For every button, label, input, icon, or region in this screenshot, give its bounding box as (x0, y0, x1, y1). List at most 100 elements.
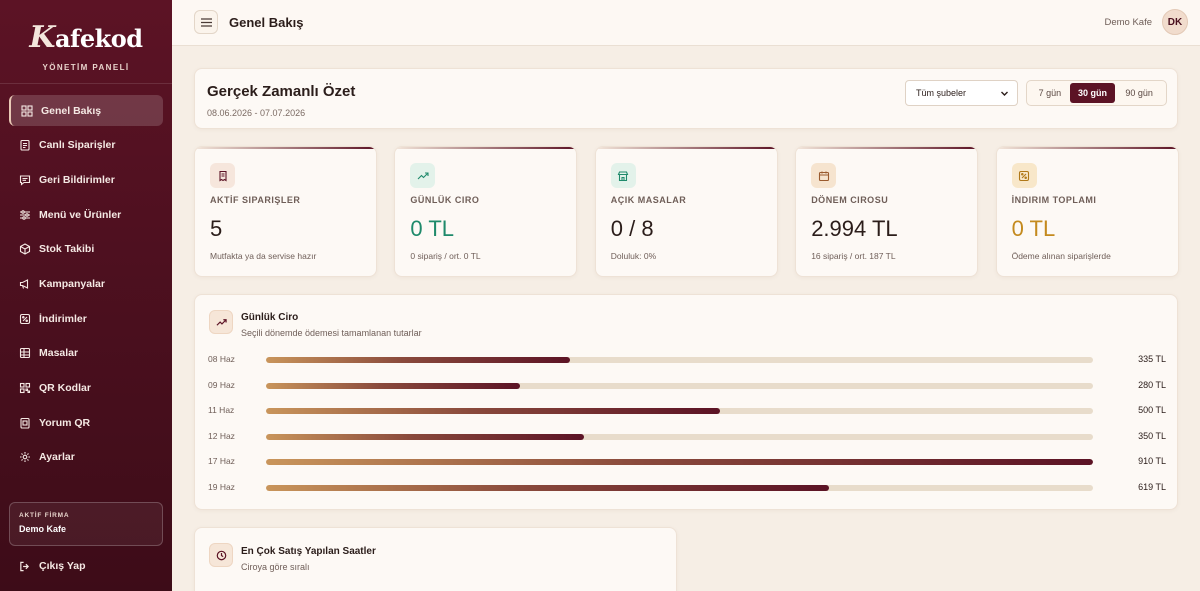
range-button-2[interactable]: 90 gün (1115, 83, 1163, 103)
revenue-bar (266, 382, 521, 389)
sidebar-item-label: Geri Bildirimler (39, 173, 115, 186)
revenue-bar-track (266, 485, 1093, 491)
menu-toggle-button[interactable] (194, 10, 218, 34)
revenue-amount: 350 TL (1138, 430, 1166, 441)
sidebar-item-0[interactable]: Genel Bakış (9, 95, 163, 126)
revenue-date: 08 Haz (208, 354, 235, 364)
stat-value: 0 TL (1011, 216, 1056, 241)
revenue-bar-track (266, 459, 1093, 466)
revenue-row: 09 Haz 280 TL (208, 379, 1166, 393)
top-hours-title: En Çok Satış Yapılan Saatler (241, 546, 376, 557)
stat-value: 5 (210, 216, 223, 241)
sidebar-item-8[interactable]: QR Kodlar (9, 373, 163, 404)
logout-button[interactable]: Çıkış Yap (19, 560, 86, 572)
logout-icon (20, 561, 30, 571)
revenue-date: 19 Haz (208, 482, 235, 492)
range-toggle-group: 7 gün 30 gün 90 gün (1026, 80, 1167, 106)
receipt-icon (210, 163, 235, 188)
sidebar-item-1[interactable]: Canlı Siparişler (9, 130, 163, 161)
stat-card-2: AÇIK MASALAR 0 / 8 Doluluk: 0% (594, 146, 778, 277)
revenue-bar-track (266, 382, 1093, 389)
trend-up-icon (410, 163, 436, 188)
stat-label: AKTİF SIPARIŞLER (210, 195, 301, 205)
sidebar-nav: Genel Bakış Canlı Siparişler Geri Bildirim… (9, 95, 163, 477)
sidebar-item-label: Genel Bakış (41, 104, 102, 117)
logo-wordmark: Kafekod (29, 20, 143, 55)
daily-revenue-subtitle: Seçili dönemde ödemesi tamamlanan tutarl… (241, 328, 422, 338)
sidebar-item-5[interactable]: Kampanyalar (9, 268, 163, 299)
revenue-row: 11 Haz 500 TL (208, 404, 1166, 418)
panel-subtitle: YÖNETİM PANELİ (42, 63, 130, 72)
chevron-down-icon (1001, 91, 1008, 96)
summary-title: Gerçek Zamanlı Özet (207, 83, 356, 100)
revenue-bar (266, 433, 585, 440)
sidebar-item-3[interactable]: Menü ve Ürünler (9, 199, 163, 230)
revenue-amount: 500 TL (1138, 405, 1166, 416)
range-button-0[interactable]: 7 gün (1030, 83, 1070, 103)
active-firm-label: AKTİF FİRMA (19, 512, 70, 519)
user-avatar[interactable]: DK (1162, 9, 1188, 35)
sidebar-item-7[interactable]: Masalar (9, 338, 163, 369)
active-firm-box: AKTİF FİRMA Demo Kafe (9, 502, 163, 546)
message-icon (19, 174, 31, 186)
sidebar-item-label: QR Kodlar (39, 382, 91, 394)
revenue-amount: 280 TL (1138, 379, 1166, 390)
stat-subtext: Ödeme alınan siparişlerde (1011, 251, 1111, 261)
stat-card-1: GÜNLÜK CIRO 0 TL 0 sipariş / ort. 0 TL (394, 146, 578, 277)
range-button-1[interactable]: 30 gün (1069, 83, 1116, 103)
sidebar-item-label: Yorum QR (39, 416, 91, 429)
revenue-bar (266, 485, 829, 491)
discount-icon (1011, 163, 1037, 188)
stat-card-4: İNDIRIM TOPLAMI 0 TL Ödeme alınan siparişl… (995, 146, 1179, 277)
daily-revenue-title: Günlük Ciro (241, 312, 299, 323)
stat-value: 2.994 TL (811, 216, 898, 241)
sidebar-item-label: Menü ve Ürünler (39, 208, 122, 221)
gear-icon (19, 451, 31, 463)
sidebar-item-4[interactable]: Stok Takibi (9, 234, 163, 265)
sidebar-item-9[interactable]: Yorum QR (9, 407, 163, 438)
revenue-amount: 619 TL (1138, 482, 1166, 492)
sidebar-item-6[interactable]: İndirimler (9, 303, 163, 334)
revenue-date: 09 Haz (208, 379, 235, 390)
revenue-bar (266, 408, 721, 415)
store-icon (610, 163, 636, 188)
hamburger-icon (200, 17, 212, 27)
revenue-bar-track (266, 357, 1093, 363)
revenue-row: 08 Haz 335 TL (208, 353, 1166, 367)
topbar: Genel Bakış Demo Kafe DK (172, 0, 1200, 46)
sidebar-item-label: Ayarlar (39, 451, 75, 464)
stat-subtext: 0 sipariş / ort. 0 TL (410, 251, 481, 261)
revenue-bar-track (266, 433, 1093, 440)
sidebar-divider (0, 83, 172, 84)
page-title: Genel Bakış (229, 15, 304, 30)
branch-select-value: Tüm şubeler (916, 88, 967, 98)
sidebar: Kafekod YÖNETİM PANELİ Genel Bakış Canlı … (0, 0, 172, 591)
clock-icon (209, 543, 233, 567)
stat-subtext: 16 sipariş / ort. 187 TL (811, 251, 896, 261)
revenue-date: 12 Haz (208, 430, 235, 441)
sidebar-item-label: Stok Takibi (39, 243, 95, 256)
sidebar-item-2[interactable]: Geri Bildirimler (9, 164, 163, 195)
sidebar-item-label: Kampanyalar (39, 277, 105, 290)
stat-label: İNDIRIM TOPLAMI (1011, 195, 1097, 205)
brand-logo[interactable]: Kafekod YÖNETİM PANELİ (0, 20, 172, 72)
qr-icon (19, 382, 31, 394)
top-hours-card: En Çok Satış Yapılan Saatler Ciroya göre… (194, 527, 677, 591)
sidebar-item-10[interactable]: Ayarlar (9, 442, 163, 473)
revenue-date: 17 Haz (208, 456, 235, 467)
revenue-row: 19 Haz 619 TL (208, 481, 1166, 495)
sidebar-item-label: İndirimler (39, 312, 87, 325)
company-name: Demo Kafe (1104, 17, 1152, 28)
calendar-icon (811, 163, 837, 188)
revenue-amount: 335 TL (1138, 354, 1166, 364)
stat-card-3: DÖNEM CIROSU 2.994 TL 16 sipariş / ort. 18… (795, 146, 979, 277)
logout-label: Çıkış Yap (39, 560, 86, 572)
stat-value: 0 TL (410, 216, 455, 241)
review-qr-icon (19, 417, 31, 429)
stat-subtext: Mutfakta ya da servise hazır (210, 251, 317, 261)
branch-select[interactable]: Tüm şubeler (905, 80, 1018, 106)
stat-value: 0 / 8 (610, 216, 654, 241)
trend-up-icon (209, 310, 233, 334)
revenue-row: 12 Haz 350 TL (208, 430, 1166, 444)
top-hours-subtitle: Ciroya göre sıralı (241, 562, 310, 572)
